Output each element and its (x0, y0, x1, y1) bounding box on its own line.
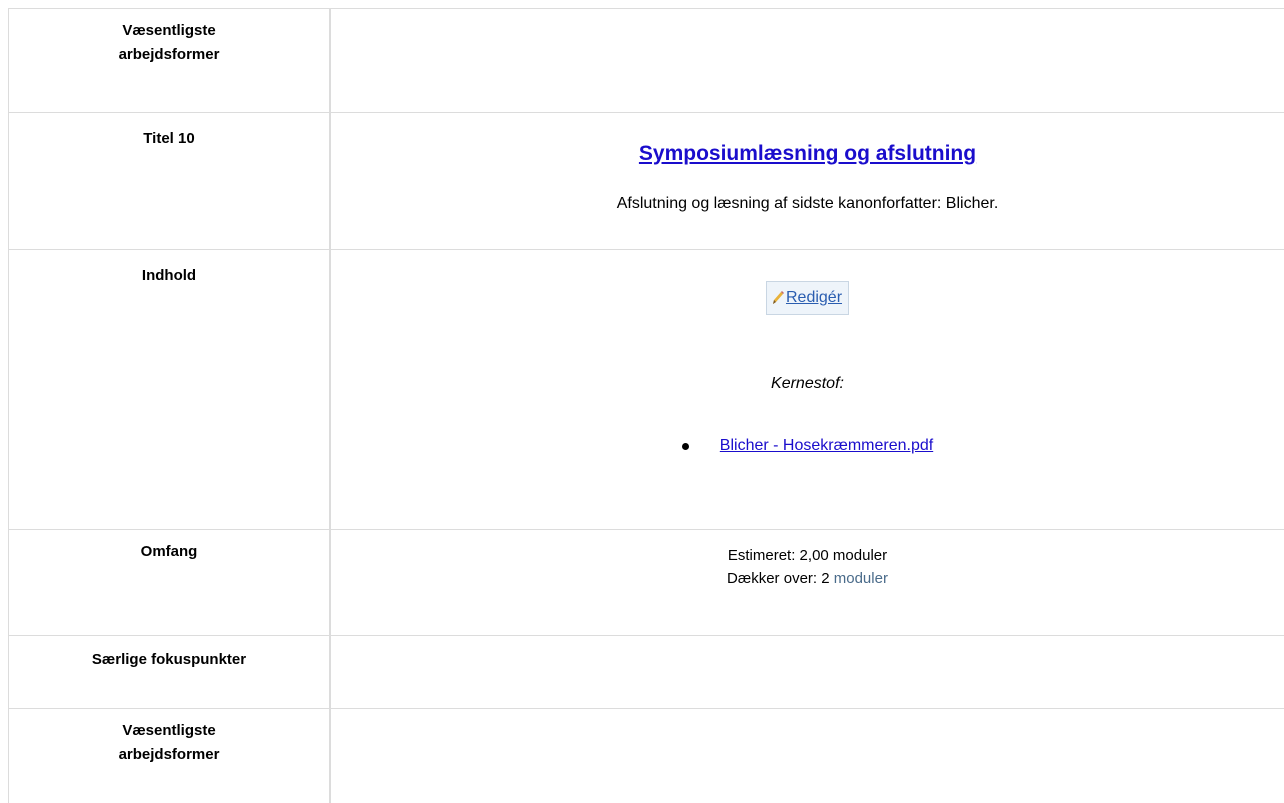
row-label: Indhold (8, 250, 331, 529)
row-content: Symposiumlæsning og afslutning Afslutnin… (331, 113, 1284, 249)
row-label: Omfang (8, 530, 331, 635)
daekker-text: Dækker over: 2 (727, 570, 834, 587)
kernestof-heading: Kernestof: (771, 375, 844, 392)
row-content (331, 709, 1284, 803)
file-link[interactable]: Blicher - Hosekræmmeren.pdf (720, 435, 933, 457)
label-text: Særlige fokuspunkter (91, 651, 247, 668)
label-text: Væsentligste arbejdsformer (118, 722, 220, 763)
label-text: Titel 10 (143, 130, 195, 147)
row-indhold: Indhold Redigér Kernestof: Blicher - Hos… (8, 250, 1284, 530)
row-titel: Titel 10 Symposiumlæsning og afslutning … (8, 113, 1284, 250)
daekker-line: Dækker over: 2 moduler (331, 567, 1284, 590)
lesson-plan-table: Væsentligste arbejdsformer Titel 10 Symp… (8, 8, 1284, 803)
row-fokuspunkter: Særlige fokuspunkter (8, 636, 1284, 709)
label-text: Omfang (140, 543, 198, 560)
row-label: Væsentligste arbejdsformer (8, 9, 331, 112)
row-omfang: Omfang Estimeret: 2,00 moduler Dækker ov… (8, 530, 1284, 636)
row-content (331, 636, 1284, 708)
edit-button[interactable]: Redigér (765, 281, 850, 315)
estimeret-text: Estimeret: 2,00 moduler (727, 547, 888, 564)
row-content: Estimeret: 2,00 moduler Dækker over: 2 m… (331, 530, 1284, 635)
row-content (331, 9, 1284, 112)
row-label: Væsentligste arbejdsformer (8, 709, 331, 803)
omfang-details: Estimeret: 2,00 moduler Dækker over: 2 m… (331, 544, 1284, 590)
topic-title-link[interactable]: Symposiumlæsning og afslutning (639, 143, 976, 165)
row-label: Titel 10 (8, 113, 331, 249)
edit-label: Redigér (785, 289, 843, 306)
row-arbejdsformer-bottom: Væsentligste arbejdsformer (8, 709, 1284, 803)
row-content: Redigér Kernestof: Blicher - Hosekræmmer… (331, 250, 1284, 529)
topic-description: Afslutning og læsning af sidste kanonfor… (616, 195, 999, 212)
moduler-link[interactable]: moduler (834, 570, 888, 587)
label-text: Væsentligste arbejdsformer (118, 22, 220, 63)
list-item: Blicher - Hosekræmmeren.pdf (331, 435, 1284, 457)
row-arbejdsformer-top: Væsentligste arbejdsformer (8, 9, 1284, 113)
label-text: Indhold (141, 267, 197, 284)
row-label: Særlige fokuspunkter (8, 636, 331, 708)
pencil-icon (771, 290, 785, 306)
bullet-icon (681, 442, 689, 450)
